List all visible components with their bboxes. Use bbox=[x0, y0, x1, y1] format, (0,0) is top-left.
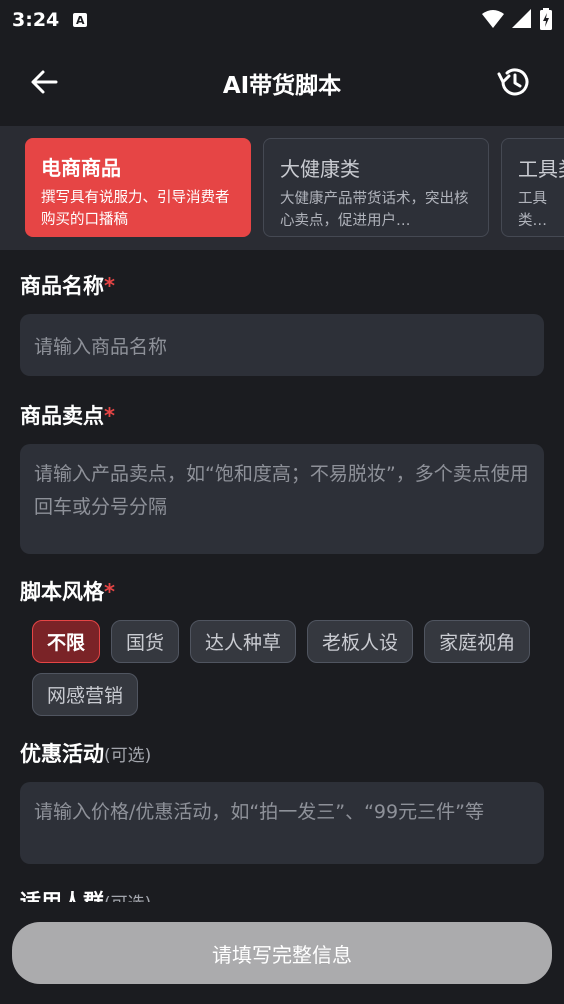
bottom-bar: 请填写完整信息 bbox=[0, 902, 564, 1004]
history-button[interactable] bbox=[494, 62, 534, 102]
category-card-ecommerce[interactable]: 电商商品 撰写具有说服力、引导消费者购买的口播稿 bbox=[25, 138, 251, 237]
selling-points-label: 商品卖点 * bbox=[20, 404, 115, 428]
battery-icon bbox=[540, 8, 552, 30]
back-button[interactable] bbox=[26, 64, 62, 100]
category-desc: 工具类准传达 bbox=[518, 191, 547, 229]
style-chips: 不限 国货 达人种草 老板人设 家庭视角 网感营销 bbox=[20, 620, 544, 716]
category-title: 大健康类 bbox=[280, 157, 360, 181]
history-icon bbox=[497, 68, 529, 96]
optional-mark: (可选) bbox=[104, 746, 152, 766]
product-name-label: 商品名称 * bbox=[20, 274, 115, 298]
product-name-placeholder: 请输入商品名称 bbox=[34, 335, 168, 358]
selling-points-placeholder: 请输入产品卖点，如“饱和度高；不易脱妆”，多个卖点使用回车或分号分隔 bbox=[34, 463, 529, 518]
page-title: AI带货脚本 bbox=[222, 73, 342, 99]
script-style-label: 脚本风格 * bbox=[20, 580, 115, 604]
style-chip-viral[interactable]: 网感营销 bbox=[32, 673, 139, 716]
style-chip-unlimited[interactable]: 不限 bbox=[32, 620, 101, 663]
style-chip-domestic[interactable]: 国货 bbox=[111, 620, 180, 663]
promotion-placeholder: 请输入价格/优惠活动，如“拍一发三”、“99元三件”等 bbox=[34, 801, 484, 823]
submit-button[interactable]: 请填写完整信息 bbox=[12, 922, 552, 984]
app-bar: AI带货脚本 bbox=[0, 40, 564, 126]
required-mark: * bbox=[104, 274, 115, 298]
wifi-icon bbox=[482, 10, 504, 28]
status-time: 3:24 bbox=[12, 9, 60, 31]
status-bar: 3:24 A bbox=[0, 0, 564, 40]
script-form: 商品名称 * 请输入商品名称 商品卖点 * 请输入产品卖点，如“饱和度高；不易脱妆”… bbox=[20, 250, 544, 916]
promotion-label: 优惠活动 (可选) bbox=[20, 742, 152, 766]
style-chip-influencer[interactable]: 达人种草 bbox=[190, 620, 297, 663]
category-card-tools[interactable]: 工具类 工具类准传达 bbox=[501, 138, 564, 237]
category-title: 工具类 bbox=[518, 157, 564, 181]
style-chip-family[interactable]: 家庭视角 bbox=[424, 620, 531, 663]
selling-points-input[interactable]: 请输入产品卖点，如“饱和度高；不易脱妆”，多个卖点使用回车或分号分隔 bbox=[20, 444, 544, 554]
arrow-left-icon bbox=[31, 70, 58, 94]
category-desc: 大健康产品带货话术，突出核心卖点，促进用户… bbox=[280, 191, 469, 229]
product-name-input[interactable]: 请输入商品名称 bbox=[20, 314, 544, 376]
category-card-health[interactable]: 大健康类 大健康产品带货话术，突出核心卖点，促进用户… bbox=[263, 138, 489, 237]
promotion-input[interactable]: 请输入价格/优惠活动，如“拍一发三”、“99元三件”等 bbox=[20, 782, 544, 864]
style-chip-boss[interactable]: 老板人设 bbox=[307, 620, 414, 663]
category-desc: 撰写具有说服力、引导消费者购买的口播稿 bbox=[41, 190, 230, 228]
required-mark: * bbox=[104, 580, 115, 604]
status-icons bbox=[482, 8, 552, 30]
category-title: 电商商品 bbox=[41, 156, 121, 180]
category-strip[interactable]: 电商商品 撰写具有说服力、引导消费者购买的口播稿 大健康类 大健康产品带货话术，… bbox=[0, 126, 564, 250]
required-mark: * bbox=[104, 404, 115, 428]
notification-a-icon: A bbox=[73, 13, 88, 27]
signal-icon bbox=[512, 9, 531, 28]
